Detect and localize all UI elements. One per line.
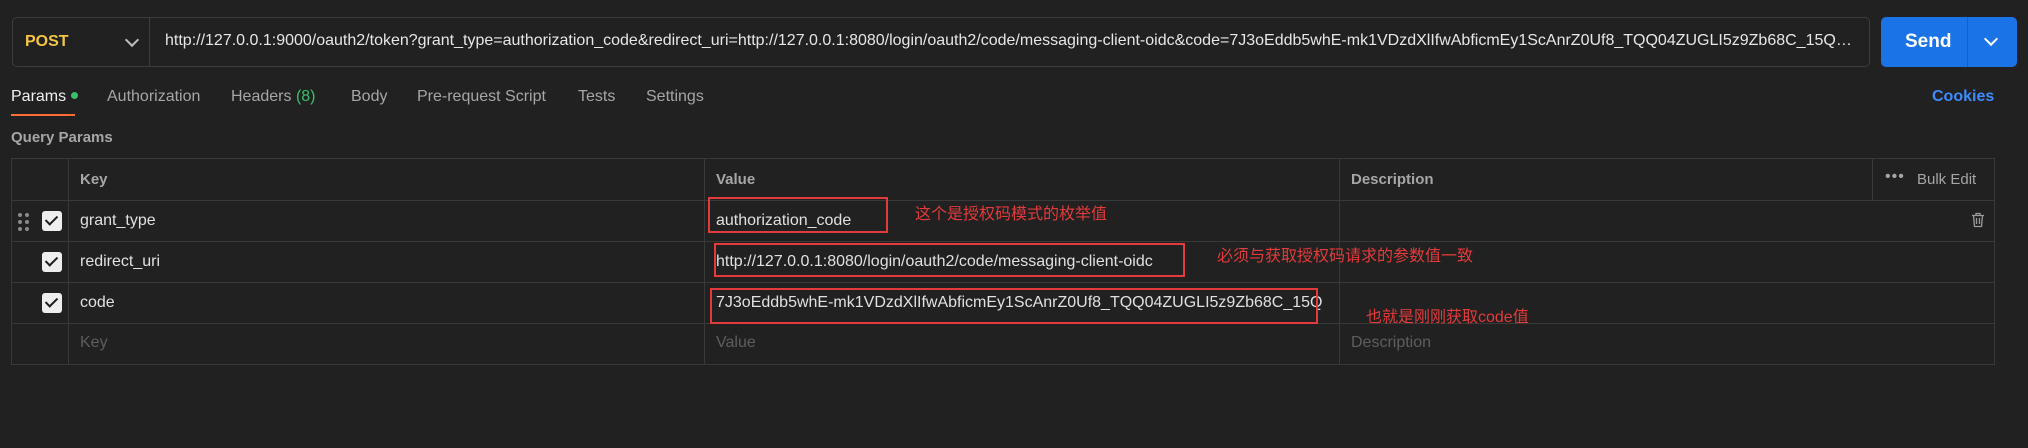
param-key[interactable]: grant_type	[80, 212, 156, 230]
row-checkbox[interactable]	[42, 252, 62, 272]
request-bar: POST http://127.0.0.1:9000/oauth2/token?…	[12, 17, 1870, 67]
tab-settings[interactable]: Settings	[646, 88, 704, 106]
tab-tests[interactable]: Tests	[578, 88, 615, 106]
new-value-input[interactable]: Value	[716, 334, 756, 352]
param-key[interactable]: redirect_uri	[80, 253, 160, 271]
new-key-input[interactable]: Key	[80, 334, 108, 352]
cookies-link[interactable]: Cookies	[1932, 88, 1994, 106]
send-options-button[interactable]	[1968, 17, 2017, 67]
tab-authorization[interactable]: Authorization	[107, 88, 200, 106]
trash-icon[interactable]	[1971, 212, 1985, 228]
tab-label: Pre-request Script	[417, 88, 546, 105]
tab-params[interactable]: Params	[11, 88, 79, 106]
headers-count-badge: (8)	[295, 88, 316, 105]
send-button-group: Send	[1881, 17, 2017, 67]
column-divider	[1872, 159, 1873, 200]
tab-headers[interactable]: Headers (8)	[231, 88, 316, 106]
url-input[interactable]: http://127.0.0.1:9000/oauth2/token?grant…	[165, 32, 1857, 54]
bulk-edit-link[interactable]: Bulk Edit	[1917, 171, 1976, 188]
column-header-key: Key	[80, 171, 108, 188]
send-button[interactable]: Send	[1881, 17, 1967, 67]
chevron-down-icon	[124, 32, 140, 48]
param-key[interactable]: code	[80, 294, 115, 312]
column-header-description: Description	[1351, 171, 1434, 188]
send-label: Send	[1905, 31, 1952, 52]
column-divider	[704, 159, 705, 364]
params-active-dot	[71, 92, 79, 99]
method-select[interactable]: POST	[13, 18, 150, 66]
column-header-value: Value	[716, 171, 756, 188]
tab-pre-request-script[interactable]: Pre-request Script	[417, 88, 546, 106]
row-divider	[12, 282, 1994, 283]
chevron-down-icon	[1983, 31, 1999, 47]
tab-label: Tests	[578, 88, 616, 105]
tab-label: Params	[11, 88, 67, 105]
row-divider	[12, 241, 1994, 242]
annotation-note: 这个是授权码模式的枚举值	[915, 206, 1108, 223]
annotation-note: 必须与获取授权码请求的参数值一致	[1217, 248, 1474, 265]
row-checkbox[interactable]	[42, 293, 62, 313]
tab-label: Settings	[646, 88, 704, 105]
annotation-box	[710, 288, 1318, 324]
tab-label: Body	[351, 88, 388, 105]
annotation-box	[708, 197, 888, 233]
more-options-icon[interactable]: •••	[1885, 168, 1905, 186]
new-description-input[interactable]: Description	[1351, 334, 1431, 352]
tab-label: Authorization	[107, 88, 201, 105]
tab-body[interactable]: Body	[351, 88, 387, 106]
drag-handle-icon[interactable]	[18, 213, 30, 231]
row-checkbox[interactable]	[42, 211, 62, 231]
tab-label: Headers	[231, 88, 292, 105]
column-divider	[68, 159, 69, 364]
active-tab-indicator	[11, 114, 75, 116]
annotation-box	[714, 243, 1185, 277]
section-title: Query Params	[11, 129, 113, 146]
method-label: POST	[25, 33, 69, 50]
annotation-note: 也就是刚刚获取code值	[1366, 309, 1529, 326]
